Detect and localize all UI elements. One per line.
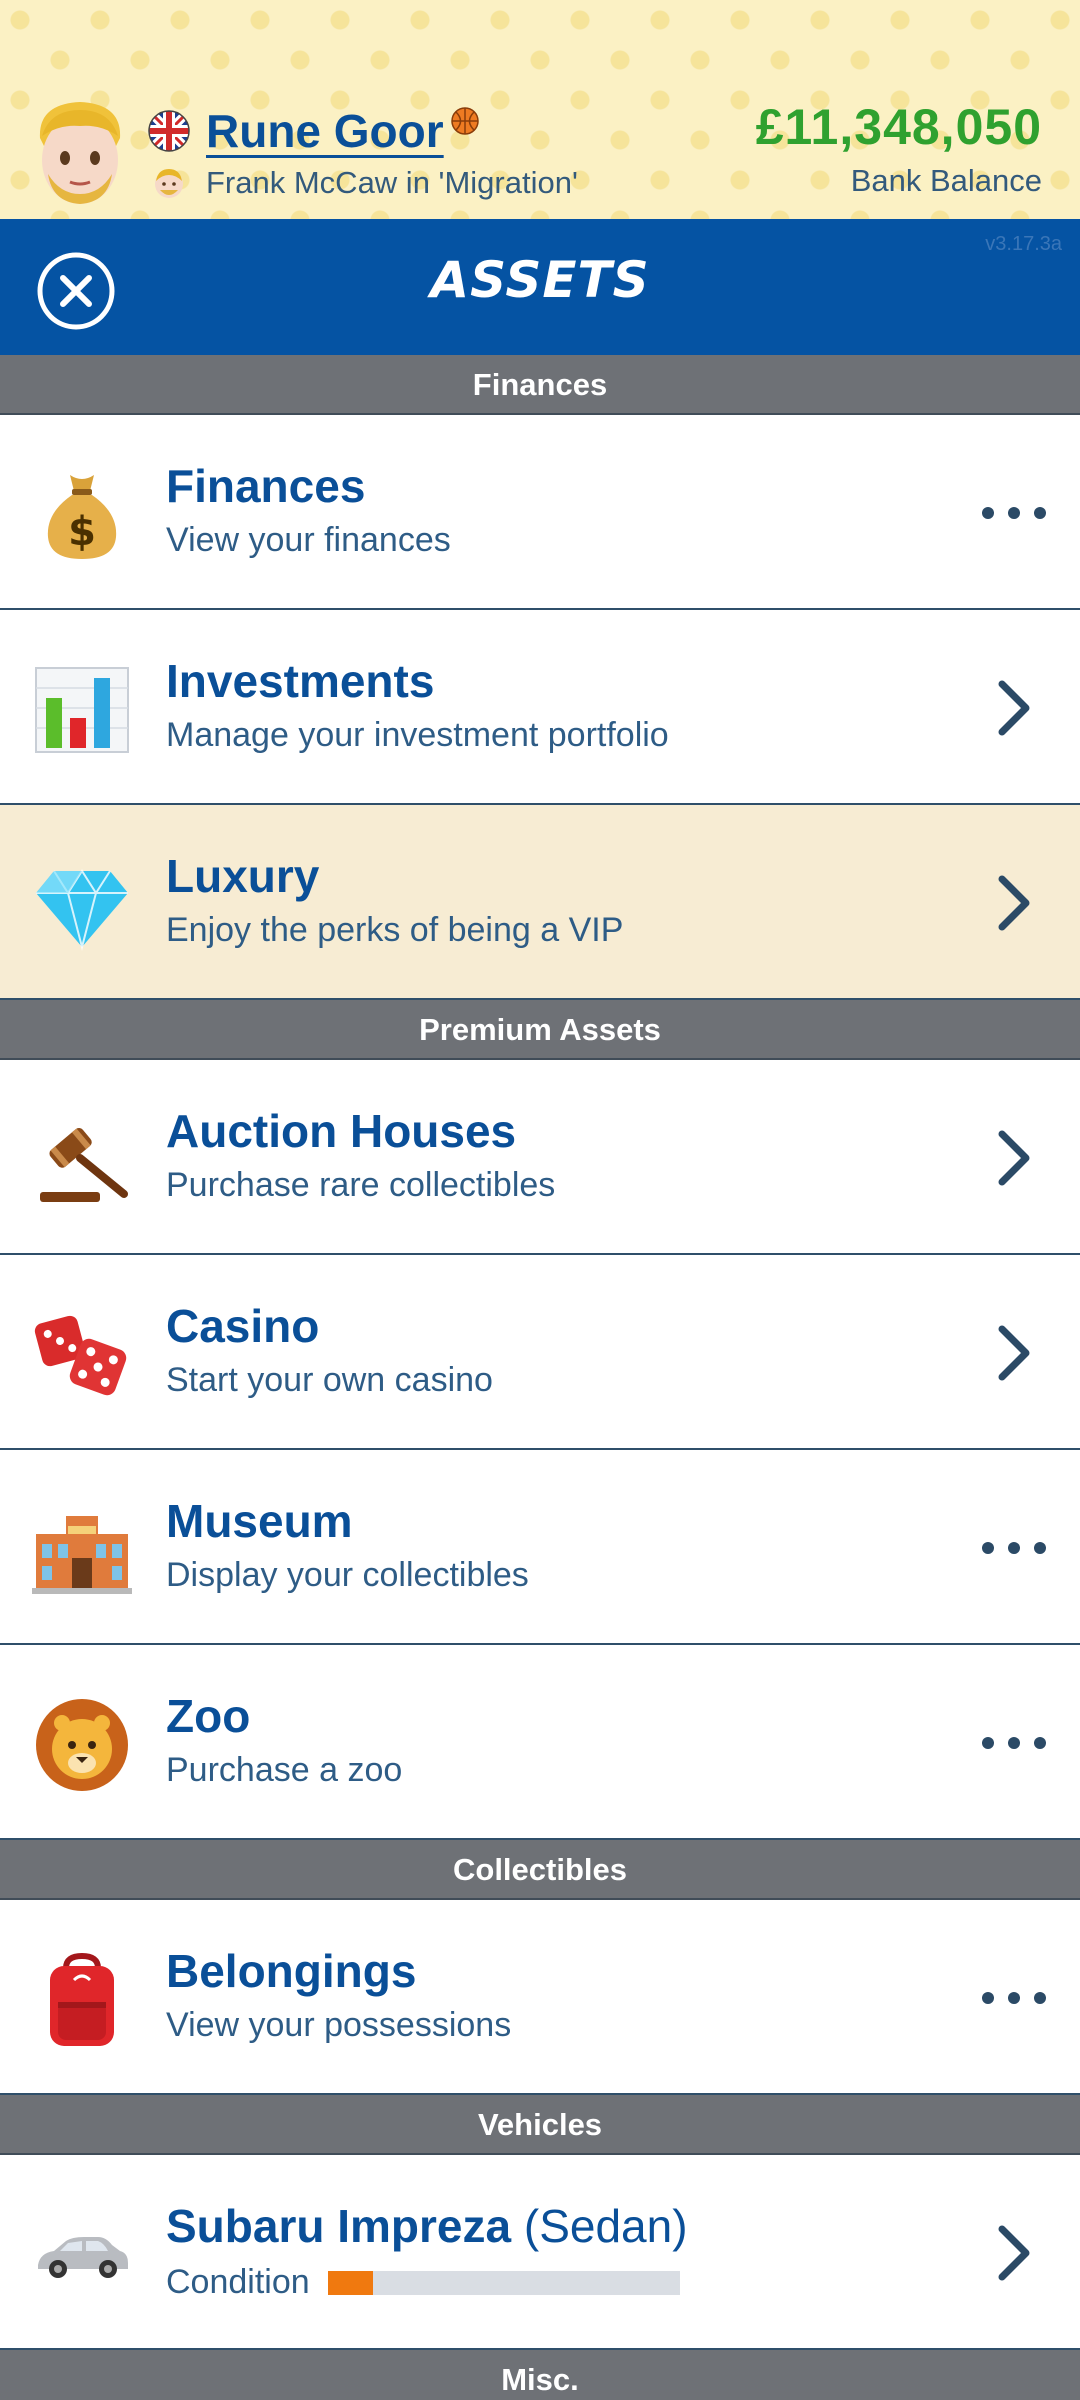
backpack-icon xyxy=(50,1952,114,2046)
list-item-finances[interactable]: $ Finances View your finances xyxy=(0,415,1080,610)
svg-text:$: $ xyxy=(68,509,96,555)
section-header-premium-assets: Premium Assets xyxy=(0,1000,1080,1060)
chevron-right-icon[interactable] xyxy=(994,1128,1034,1188)
page-title: ASSETS xyxy=(430,251,650,309)
row-description: View your possessions xyxy=(166,2006,512,2044)
row-description: Display your collectibles xyxy=(166,1556,529,1594)
list-item-zoo[interactable]: Zoo Purchase a zoo xyxy=(0,1645,1080,1840)
row-title: Casino xyxy=(166,1300,320,1352)
list-item-auction-houses[interactable]: Auction Houses Purchase rare collectible… xyxy=(0,1060,1080,1255)
more-dots-icon[interactable] xyxy=(978,1733,1050,1753)
title-bar: ASSETS v3.17.3a xyxy=(0,219,1080,355)
bar-chart-icon xyxy=(35,667,129,753)
relation-text: Frank McCaw in 'Migration' xyxy=(206,165,578,200)
gavel-icon xyxy=(40,1127,128,1202)
list-item-casino[interactable]: Casino Start your own casino xyxy=(0,1255,1080,1450)
list-item-museum[interactable]: Museum Display your collectibles xyxy=(0,1450,1080,1645)
row-description: Start your own casino xyxy=(166,1361,493,1399)
row-title: Auction Houses xyxy=(166,1105,517,1157)
list-item-investments[interactable]: Investments Manage your investment portf… xyxy=(0,610,1080,805)
row-title: Luxury xyxy=(166,850,320,902)
section-header-vehicles: Vehicles xyxy=(0,2095,1080,2155)
list-item-vehicle[interactable]: Subaru Impreza (Sedan) Condition xyxy=(0,2155,1080,2350)
list-item-belongings[interactable]: Belongings View your possessions xyxy=(0,1900,1080,2095)
row-title: Finances xyxy=(166,460,366,512)
more-dots-icon[interactable] xyxy=(978,1988,1050,2008)
chevron-right-icon[interactable] xyxy=(994,1323,1034,1383)
chevron-right-icon[interactable] xyxy=(994,678,1034,738)
car-icon xyxy=(38,2237,128,2278)
lion-icon xyxy=(36,1699,128,1791)
more-dots-icon[interactable] xyxy=(978,1538,1050,1558)
dice-icon xyxy=(34,1315,127,1396)
vehicle-name: Subaru Impreza xyxy=(166,2200,512,2252)
diamond-icon xyxy=(36,869,128,951)
condition-bar xyxy=(327,2270,680,2295)
row-title: Subaru Impreza (Sedan) xyxy=(166,2199,688,2253)
row-description: Purchase rare collectibles xyxy=(166,1166,556,1204)
vehicle-type: (Sedan) xyxy=(523,2200,688,2252)
row-description: Purchase a zoo xyxy=(166,1751,403,1789)
row-description: Enjoy the perks of being a VIP xyxy=(166,911,624,949)
bank-balance-amount: £11,348,050 xyxy=(755,99,1042,155)
museum-icon xyxy=(32,1516,132,1594)
player-name[interactable]: Rune Goor xyxy=(206,104,444,158)
relation-row: Frank McCaw in 'Migration' xyxy=(152,160,578,206)
player-name-row: Rune Goor xyxy=(148,100,480,162)
basketball-icon xyxy=(450,107,479,135)
row-description: Manage your investment portfolio xyxy=(166,716,669,754)
uk-flag-icon xyxy=(148,110,190,152)
bank-balance-label: Bank Balance xyxy=(850,163,1042,198)
profile-header: Rune Goor Frank McCaw in 'Migration' £11… xyxy=(0,0,1080,219)
row-title: Zoo xyxy=(166,1690,251,1742)
row-description: View your finances xyxy=(166,521,451,559)
player-avatar[interactable] xyxy=(30,98,130,210)
condition-bar-fill xyxy=(327,2270,374,2295)
chevron-right-icon[interactable] xyxy=(994,2223,1034,2283)
row-title: Museum xyxy=(166,1495,353,1547)
row-title: Belongings xyxy=(166,1945,417,1997)
condition-row: Condition xyxy=(166,2263,680,2302)
row-title: Investments xyxy=(166,655,435,707)
section-header-misc: Misc. xyxy=(0,2350,1080,2400)
chevron-right-icon[interactable] xyxy=(994,873,1034,933)
person-face-icon xyxy=(155,169,183,198)
section-header-collectibles: Collectibles xyxy=(0,1840,1080,1900)
condition-label: Condition xyxy=(166,2263,310,2301)
money-bag-icon: $ xyxy=(47,475,117,559)
more-dots-icon[interactable] xyxy=(978,503,1050,523)
list-item-luxury[interactable]: Luxury Enjoy the perks of being a VIP xyxy=(0,805,1080,1000)
version-label: v3.17.3a xyxy=(985,233,1062,255)
section-header-finances: Finances xyxy=(0,355,1080,415)
